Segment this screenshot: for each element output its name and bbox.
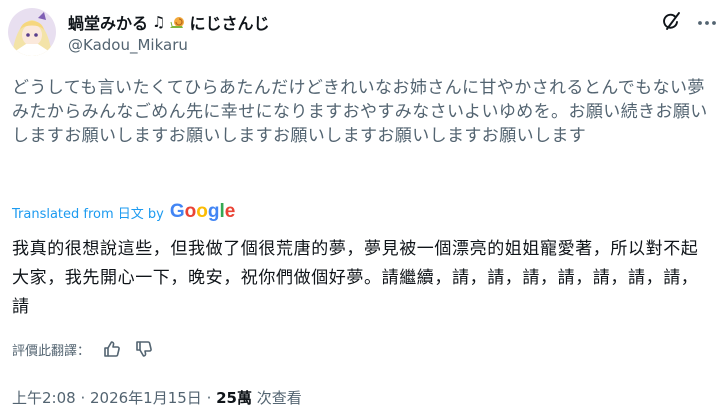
music-note-icon: ♫ <box>152 13 166 31</box>
display-name[interactable]: 蝸堂みかる ♫ にじさんじ <box>68 10 269 34</box>
rate-translation: 評價此翻譯： <box>12 339 154 359</box>
translated-from-text: Translated from 日文 by <box>12 206 164 222</box>
view-count: 25萬 <box>216 389 252 407</box>
grok-icon[interactable] <box>660 10 682 32</box>
rate-translation-label: 評價此翻譯： <box>12 343 91 359</box>
tweet: 蝸堂みかる ♫ にじさんじ @Kadou_Mikaru どうしても言いたくてひら… <box>0 0 728 419</box>
meta-separator: · <box>75 389 90 407</box>
original-post-text: どうしても言いたくてひらあたんだけどきれいなお姉さんに甘やかされるとんでもない夢… <box>12 78 708 146</box>
post-metadata: 上午2:08 · 2026年1月15日 · 25萬 次查看 <box>12 387 302 408</box>
more-horizontal-icon[interactable] <box>696 12 718 34</box>
thumbs-up-icon[interactable] <box>102 339 122 359</box>
avatar[interactable] <box>8 8 56 56</box>
translated-post-text: 我真的很想說這些，但我做了個很荒唐的夢，夢見被一個漂亮的姐姐寵愛著，所以對不起大… <box>12 239 699 317</box>
post-date[interactable]: 2026年1月15日 <box>90 389 202 407</box>
display-name-suffix: にじさんじ <box>189 14 270 33</box>
post-time[interactable]: 上午2:08 <box>12 389 76 407</box>
translated-from-label[interactable]: Translated from 日文 by Google <box>12 201 235 223</box>
views-label: 次查看 <box>252 389 302 407</box>
meta-separator: · <box>201 389 217 407</box>
snail-icon <box>169 14 185 30</box>
google-logo: Google <box>169 201 236 222</box>
user-handle[interactable]: @Kadou_Mikaru <box>68 36 188 54</box>
display-name-text: 蝸堂みかる <box>68 14 149 33</box>
thumbs-down-icon[interactable] <box>134 339 154 359</box>
